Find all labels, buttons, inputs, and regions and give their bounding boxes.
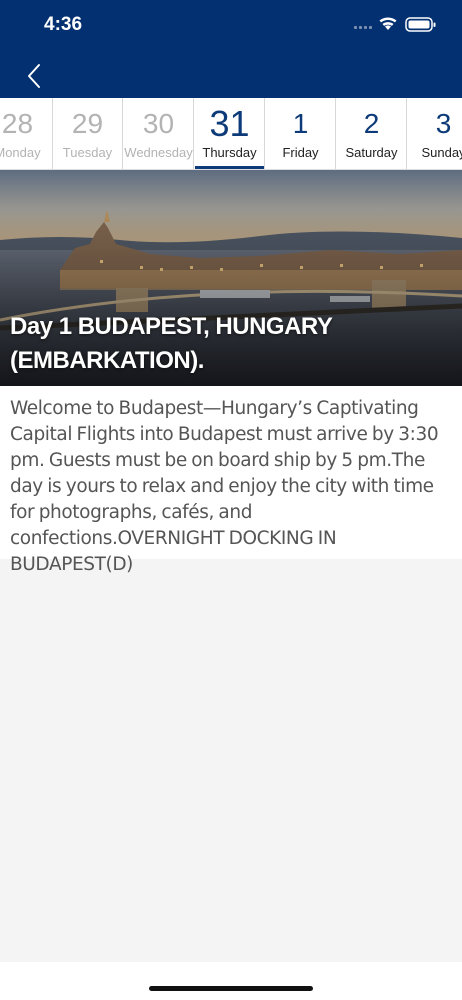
date-weekday: Monday [0,145,41,160]
date-weekday: Sunday [421,145,462,160]
date-cell-31-selected[interactable]: 31 Thursday [195,98,265,169]
home-indicator[interactable] [149,986,313,991]
title-line-2: (EMBARKATION). [10,347,204,374]
date-weekday: Saturday [345,145,398,160]
status-icons [354,14,440,36]
date-weekday: Friday [282,145,319,160]
date-cell-30[interactable]: 30 Wednesday [124,98,194,169]
date-weekday: Tuesday [62,145,113,160]
navigation-bar [0,50,462,98]
date-number: 2 [363,108,380,139]
status-time: 4:36 [44,14,83,35]
date-number: 30 [142,108,175,139]
date-number: 1 [292,108,309,139]
status-bar: 4:36 [0,0,462,50]
date-number: 28 [1,108,34,139]
cellular-signal-icon [354,26,372,29]
title-line-1: Day 1 BUDAPEST, HUNGARY [10,313,333,340]
date-number: 29 [71,108,104,139]
date-cell-1[interactable]: 1 Friday [266,98,336,169]
itinerary-description: Welcome to Budapest—Hungary’s Captivatin… [10,398,439,575]
date-cell-29[interactable]: 29 Tuesday [53,98,123,169]
itinerary-day-title: Day 1 BUDAPEST, HUNGARY (EMBARKATION). [10,310,450,378]
itinerary-description-card: Welcome to Budapest—Hungary’s Captivatin… [0,386,462,575]
date-number: 31 [209,103,250,144]
date-weekday: Thursday [202,145,257,160]
date-cell-28[interactable]: 28 Monday [0,98,53,169]
date-number: 3 [435,108,452,139]
date-cell-3[interactable]: 3 Sunday [409,98,462,169]
date-selector: 28 Monday 29 Tuesday 30 Wednesday 31 Thu… [0,98,462,170]
wifi-icon [379,17,397,30]
hero-image: Day 1 BUDAPEST, HUNGARY (EMBARKATION). [0,170,462,386]
selected-day-indicator [195,166,264,169]
battery-icon [405,17,436,32]
date-weekday: Wednesday [124,145,193,160]
chevron-left-icon [28,64,40,88]
date-cell-2[interactable]: 2 Saturday [337,98,407,169]
back-button[interactable] [24,62,48,90]
bottom-safe-area [0,962,462,1000]
